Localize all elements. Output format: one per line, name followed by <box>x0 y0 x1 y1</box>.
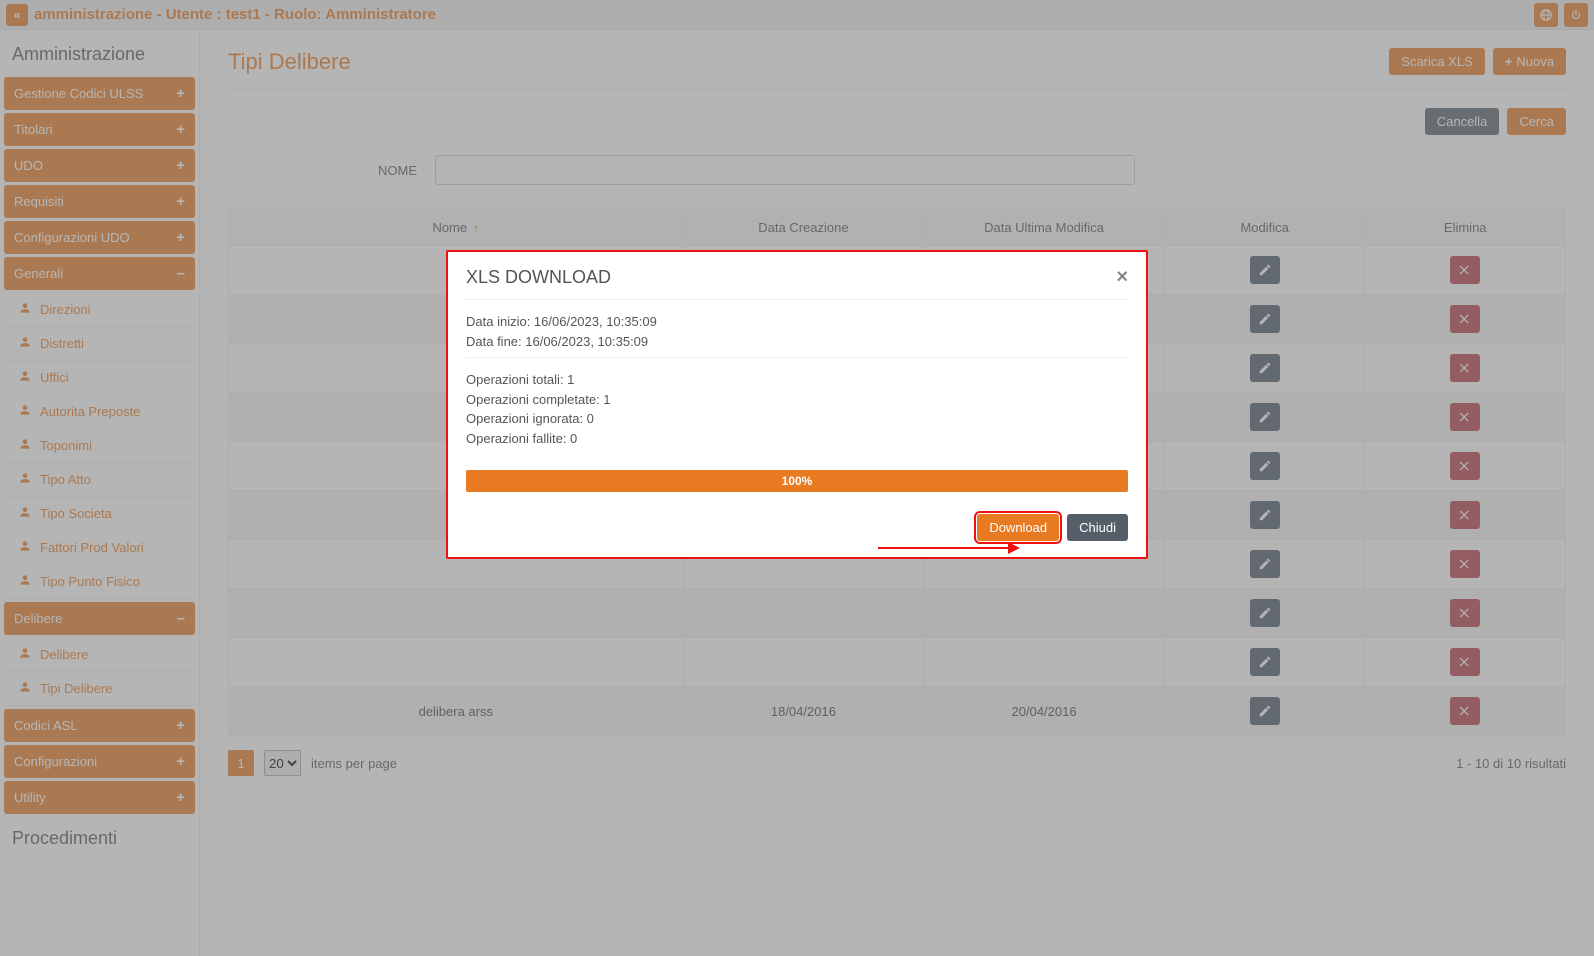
modal-close-button[interactable]: Chiudi <box>1067 514 1128 541</box>
progress-bar-fill: 100% <box>466 470 1128 492</box>
modal-title: XLS DOWNLOAD <box>466 267 611 288</box>
modal-ops-failed: Operazioni fallite: 0 <box>466 429 1128 449</box>
modal-start: Data inizio: 16/06/2023, 10:35:09 <box>466 312 1128 332</box>
modal-ops-ignored: Operazioni ignorata: 0 <box>466 409 1128 429</box>
modal-end: Data fine: 16/06/2023, 10:35:09 <box>466 332 1128 352</box>
close-icon[interactable]: × <box>1116 266 1128 289</box>
modal-ops-total: Operazioni totali: 1 <box>466 370 1128 390</box>
modal-ops-done: Operazioni completate: 1 <box>466 390 1128 410</box>
xls-download-modal: XLS DOWNLOAD × Data inizio: 16/06/2023, … <box>446 250 1148 559</box>
modal-download-button[interactable]: Download <box>977 514 1059 541</box>
progress-bar-track: 100% <box>466 470 1128 492</box>
annotation-arrow <box>878 547 1018 549</box>
modal-overlay: XLS DOWNLOAD × Data inizio: 16/06/2023, … <box>0 0 1594 956</box>
